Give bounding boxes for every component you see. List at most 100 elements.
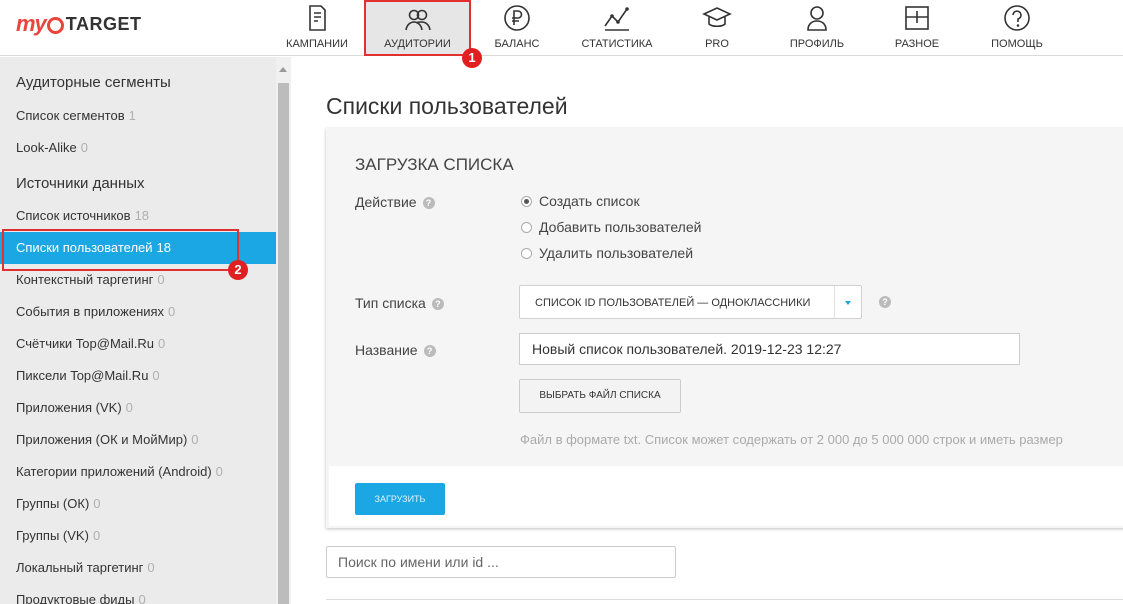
sidebar-item-source-list[interactable]: Список источников 18 [0, 200, 276, 232]
radio-create-list[interactable]: Создать список [521, 193, 640, 209]
sidebar-item-count: 0 [158, 336, 166, 351]
sidebar-item-app-categories[interactable]: Категории приложений (Android) 0 [0, 456, 276, 488]
sidebar-item-count: 0 [138, 592, 146, 604]
sidebar-item-count: 0 [168, 304, 176, 319]
sidebar-section-sources: Источники данных [16, 175, 145, 192]
user-icon [807, 6, 827, 31]
radio-unchecked-icon [521, 221, 532, 233]
lists-table [326, 599, 1123, 604]
list-name-input[interactable]: Новый список пользователей. 2019-12-23 1… [519, 333, 1020, 365]
help-icon[interactable]: ? [423, 345, 436, 358]
radio-add-users[interactable]: Добавить пользователей [521, 219, 701, 235]
sidebar-item-count: 0 [92, 528, 101, 543]
sidebar-item-count: 0 [147, 560, 155, 575]
logo-my: my [16, 11, 47, 36]
top-bar: my TARGET Кампании Аудитории Баланс [0, 0, 1123, 56]
nav-label: Кампании [286, 38, 348, 50]
radio-delete-users[interactable]: Удалить пользователей [521, 245, 693, 261]
file-format-hint: Файл в формате txt. Список может содержа… [520, 432, 1063, 447]
sidebar-item-count: 0 [80, 140, 88, 155]
nav-item-profile[interactable]: Профиль [777, 0, 857, 56]
sidebar-item-counters[interactable]: Счётчики Top@Mail.Ru 0 [0, 328, 276, 360]
radio-label: Создать список [539, 193, 640, 209]
nav-item-help[interactable]: Помощь [977, 0, 1057, 56]
document-icon [309, 5, 326, 31]
sidebar-item-local-targeting[interactable]: Локальный таргетинг 0 [0, 552, 276, 584]
help-icon[interactable]: ? [431, 298, 444, 311]
nav-label: Баланс [494, 38, 540, 50]
radio-checked-icon [521, 195, 532, 207]
sidebar-item-apps-vk[interactable]: Приложения (VK) 0 [0, 392, 276, 424]
sidebar-item-label: Приложения (VK) [16, 400, 122, 415]
sidebar-item-product-feeds[interactable]: Продуктовые фиды 0 [0, 584, 276, 604]
scrollbar-thumb[interactable] [278, 83, 289, 604]
highlight-box-user-lists [2, 229, 239, 271]
nav-label: Разное [894, 38, 940, 50]
action-field-label: Действие? [355, 194, 435, 210]
sidebar-item-groups-ok[interactable]: Группы (ОК) 0 [0, 488, 276, 520]
question-icon [1004, 5, 1030, 31]
list-type-select[interactable]: Список ID пользователей — Одноклассники [519, 285, 862, 319]
name-label-text: Название [355, 342, 418, 358]
chart-line-icon [604, 7, 629, 31]
step-marker-1: 1 [462, 48, 482, 68]
nav-label: PRO [705, 38, 729, 50]
nav-item-campaigns[interactable]: Кампании [277, 0, 357, 56]
sidebar-item-label: Локальный таргетинг [16, 560, 144, 575]
nav-label: Помощь [991, 38, 1043, 50]
sidebar-item-count: 1 [128, 108, 136, 123]
help-icon[interactable]: ? [879, 296, 891, 308]
type-label-text: Тип списка [355, 295, 426, 311]
sidebar-scrollbar[interactable] [276, 57, 291, 604]
sidebar-item-label: Продуктовые фиды [16, 592, 135, 604]
radio-unchecked-icon [521, 247, 532, 259]
nav-label: Статистика [581, 38, 653, 50]
sidebar-item-segments[interactable]: Список сегментов 1 [0, 100, 276, 132]
nav-item-pro[interactable]: PRO [677, 0, 757, 56]
sidebar-item-label: Группы (ОК) [16, 496, 90, 511]
users-icon [404, 9, 431, 31]
sidebar-item-count: 0 [152, 368, 160, 383]
sidebar-item-label: Пиксели Top@Mail.Ru [16, 368, 149, 383]
sidebar-item-label: Категории приложений (Android) [16, 464, 212, 479]
graduation-cap-icon [702, 7, 732, 28]
nav-item-misc[interactable]: Разное [877, 0, 957, 56]
grid-box-icon [905, 6, 929, 30]
radio-label: Удалить пользователей [539, 245, 694, 261]
upload-button[interactable]: ЗАГРУЗИТЬ [355, 483, 445, 515]
sidebar-item-count: 0 [157, 272, 165, 287]
sidebar-item-count: 0 [215, 464, 223, 479]
logo-ring-icon [46, 16, 64, 34]
sidebar-item-groups-vk[interactable]: Группы (VK) 0 [0, 520, 276, 552]
mytarget-logo[interactable]: my TARGET [16, 11, 141, 37]
list-type-value: Список ID пользователей — Одноклассники [535, 297, 811, 309]
ruble-icon [504, 5, 530, 31]
choose-file-button[interactable]: ВЫБРАТЬ ФАЙЛ СПИСКА [519, 379, 681, 413]
sidebar-item-label: Look-Alike [16, 140, 77, 155]
sidebar-item-label: Список источников [16, 208, 131, 223]
sidebar-item-count: 0 [125, 400, 133, 415]
scroll-up-arrow-icon[interactable] [279, 67, 287, 72]
sidebar-item-label: Приложения (ОК и МойМир) [16, 432, 188, 447]
logo-target: TARGET [65, 13, 142, 34]
search-input[interactable]: Поиск по имени или id ... [326, 546, 676, 578]
sidebar: Аудиторные сегменты Список сегментов 1 Lo… [0, 57, 276, 604]
nav-item-statistics[interactable]: Статистика [572, 0, 662, 56]
upload-panel-footer [329, 466, 1123, 526]
sidebar-item-lookalike[interactable]: Look-Alike 0 [0, 132, 276, 164]
sidebar-item-apps-ok[interactable]: Приложения (ОК и МойМир) 0 [0, 424, 276, 456]
name-field-label: Название? [355, 342, 436, 358]
sidebar-item-app-events[interactable]: События в приложениях 0 [0, 296, 276, 328]
sidebar-item-label: Счётчики Top@Mail.Ru [16, 336, 155, 351]
sidebar-item-label: Список сегментов [16, 108, 125, 123]
sidebar-section-audience: Аудиторные сегменты [16, 74, 171, 91]
chevron-down-icon[interactable] [834, 286, 861, 318]
help-icon[interactable]: ? [422, 197, 435, 210]
action-label-text: Действие [355, 194, 417, 210]
nav-item-audiences[interactable]: Аудитории [364, 0, 471, 56]
sidebar-item-pixels[interactable]: Пиксели Top@Mail.Ru 0 [0, 360, 276, 392]
sidebar-item-label: События в приложениях [16, 304, 165, 319]
nav-label: Аудитории [384, 38, 451, 50]
panel-title: ЗАГРУЗКА СПИСКА [355, 155, 514, 174]
nav-item-balance[interactable]: Баланс [477, 0, 557, 56]
